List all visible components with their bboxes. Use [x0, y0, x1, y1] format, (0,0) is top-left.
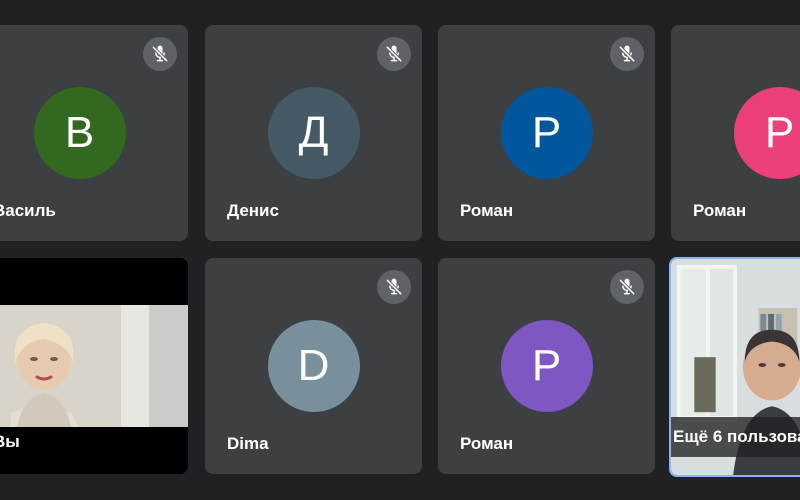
participant-name: Dima [227, 434, 269, 453]
self-video-tile[interactable]: Вы [0, 258, 188, 474]
avatar: Д [267, 87, 360, 179]
participant-name: Денис [227, 201, 279, 220]
avatar: Р [733, 87, 800, 179]
avatar: В [33, 87, 126, 179]
self-video-feed [0, 305, 188, 427]
mic-off-icon [377, 270, 411, 304]
mic-off-icon [610, 37, 644, 71]
participant-tile-roman-3[interactable]: Р Роман [438, 258, 655, 474]
participant-tile-roman-2[interactable]: Р Роман [671, 25, 800, 241]
participant-tile-vasyl[interactable]: В Василь [0, 25, 188, 241]
avatar: D [267, 320, 360, 412]
participant-tile-dima[interactable]: D Dima [205, 258, 422, 474]
avatar: Р [500, 87, 593, 179]
participant-name: Василь [0, 201, 56, 220]
participant-name: Роман [693, 201, 747, 220]
more-participants-tile[interactable]: Ещё 6 пользова [669, 257, 800, 477]
participant-name: Роман [460, 201, 514, 220]
participant-name: Роман [460, 434, 514, 453]
more-participants-label: Ещё 6 пользова [671, 417, 800, 457]
meeting-grid: В Василь Д Денис Р Роман Р Роман [0, 0, 800, 500]
participant-tile-roman-1[interactable]: Р Роман [438, 25, 655, 241]
avatar: Р [500, 320, 593, 412]
participant-name: Вы [0, 432, 20, 451]
mic-off-icon [377, 37, 411, 71]
mic-off-icon [610, 270, 644, 304]
participant-tile-denys[interactable]: Д Денис [205, 25, 422, 241]
mic-off-icon [143, 37, 177, 71]
